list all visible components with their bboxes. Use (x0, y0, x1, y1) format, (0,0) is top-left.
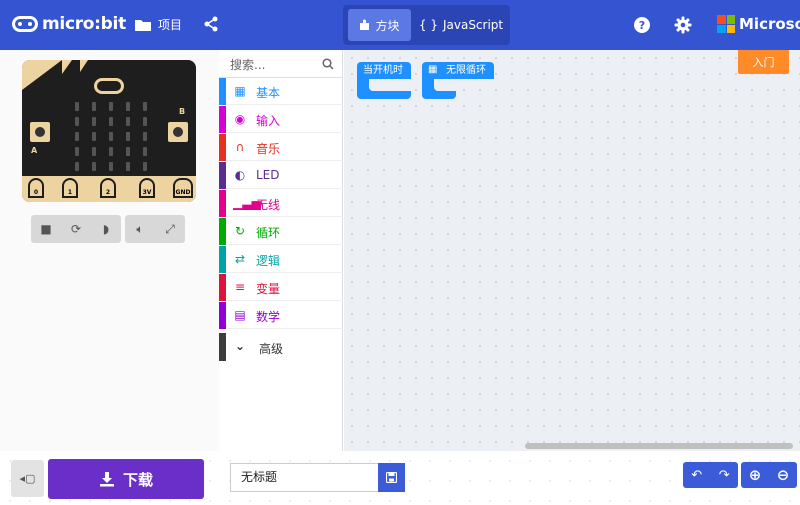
gear-icon[interactable] (674, 16, 692, 34)
category-radio[interactable]: ▁▃▅ 无线 (219, 190, 343, 217)
logo-touch-icon[interactable] (94, 78, 124, 94)
top-header: micro:bit 项目 方块 { } JavaScript ? Microso… (0, 0, 800, 50)
headphones-icon: ∩ (235, 140, 245, 154)
pin-3v[interactable]: 3V (139, 178, 155, 198)
target-icon: ◉ (234, 112, 246, 126)
blocks-workspace[interactable]: 当开机时 无限循环 ▦ (344, 50, 800, 451)
collapse-simulator-button[interactable]: ◂▢ (11, 460, 44, 497)
collapse-icon: ◂▢ (19, 472, 36, 485)
microsoft-label: Microsoft (739, 15, 800, 33)
workspace-scrollbar[interactable] (525, 443, 793, 449)
zoom-group: ⊕ ⊖ (741, 462, 797, 488)
projects-button[interactable]: 项目 (134, 16, 182, 33)
sound-icon[interactable]: 🔈︎ (132, 221, 148, 237)
share-icon (204, 16, 218, 32)
microsoft-logo[interactable]: Microsoft (717, 15, 800, 33)
pin-2[interactable]: 2 (100, 178, 116, 198)
projects-label: 项目 (158, 18, 183, 32)
category-label: 输入 (256, 114, 281, 128)
category-math[interactable]: ▤ 数学 (219, 302, 343, 329)
grid-icon: ▦ (234, 84, 246, 98)
on-start-block[interactable]: 当开机时 (357, 62, 411, 102)
toolbox: 搜索... ▦ 基本 ◉ 输入 ∩ 音乐 ◐ LED ▁▃▅ 无线 ↻ 循环 ⇄… (219, 50, 343, 451)
category-label: 变量 (256, 282, 281, 296)
braces-icon: { } (418, 18, 438, 32)
svg-text:?: ? (639, 19, 645, 32)
category-input[interactable]: ◉ 输入 (219, 106, 343, 133)
javascript-tab-label: JavaScript (442, 18, 504, 32)
blocks-tab[interactable]: 方块 (348, 9, 411, 41)
undo-redo-group: ↶ ↷ (683, 462, 738, 488)
simulator-controls: ■ ⟳ ◗ (31, 215, 121, 243)
forever-block[interactable]: 无限循环 ▦ (422, 62, 494, 102)
folder-icon (135, 19, 151, 31)
button-a-label: A (31, 146, 38, 155)
button-b[interactable] (168, 122, 188, 142)
pin-1[interactable]: 1 (62, 178, 78, 198)
signal-icon: ▁▃▅ (233, 196, 261, 210)
category-variables[interactable]: ≡ 变量 (219, 274, 343, 301)
on-start-label: 当开机时 (357, 62, 411, 79)
search-icon (322, 58, 334, 70)
category-basic[interactable]: ▦ 基本 (219, 78, 343, 105)
toggle-icon: ◐ (234, 168, 246, 182)
advanced-label: 高级 (259, 342, 284, 356)
category-label: 数学 (256, 310, 281, 324)
fullscreen-icon[interactable]: ⤢ (162, 221, 178, 237)
logo-text: micro:bit (42, 14, 126, 34)
refresh-icon: ↻ (234, 224, 246, 238)
help-icon[interactable]: ? (633, 16, 651, 34)
search-input[interactable]: 搜索... (230, 56, 265, 73)
category-led[interactable]: ◐ LED (219, 162, 343, 189)
slowmo-icon[interactable]: ◗ (98, 221, 114, 237)
category-advanced[interactable]: ⌄ 高级 (219, 333, 343, 361)
pin-gnd[interactable]: GND (173, 178, 193, 198)
blocks-tab-label: 方块 (375, 18, 400, 33)
microbit-logo-icon (12, 16, 38, 32)
category-label: 逻辑 (256, 254, 281, 268)
puzzle-icon (360, 19, 370, 30)
zoom-out-icon[interactable]: ⊖ (777, 466, 790, 484)
toolbox-search[interactable]: 搜索... (219, 50, 343, 78)
project-name-input[interactable]: 无标题 (230, 463, 378, 492)
javascript-tab[interactable]: { } JavaScript (415, 9, 507, 41)
undo-icon[interactable]: ↶ (691, 468, 702, 483)
calculator-icon: ▤ (234, 308, 246, 322)
category-loops[interactable]: ↻ 循环 (219, 218, 343, 245)
grid-icon: ▦ (428, 64, 438, 75)
simulator-controls-right: 🔈︎ ⤢ (125, 215, 185, 243)
share-button[interactable] (203, 16, 219, 32)
category-label: 无线 (256, 198, 281, 212)
save-button[interactable] (378, 463, 405, 492)
button-a[interactable] (30, 122, 50, 142)
button-b-label: B (179, 107, 186, 116)
zoom-in-icon[interactable]: ⊕ (749, 466, 762, 484)
download-label: 下载 (122, 470, 153, 489)
download-button[interactable]: 下载 (48, 459, 204, 499)
category-label: 循环 (256, 226, 281, 240)
category-label: 基本 (256, 86, 281, 100)
category-label: 音乐 (256, 142, 281, 156)
category-label: LED (256, 168, 280, 182)
microbit-board[interactable]: A B 0 1 2 3V GND (22, 60, 196, 202)
getting-started-button[interactable]: 入门 (738, 50, 789, 74)
list-icon: ≡ (234, 280, 246, 294)
redo-icon[interactable]: ↷ (719, 468, 730, 483)
save-icon (386, 472, 397, 483)
restart-icon[interactable]: ⟳ (68, 221, 84, 237)
microsoft-logo-icon (717, 15, 735, 33)
simulator-panel: A B 0 1 2 3V GND ■ ⟳ ◗ 🔈︎ ⤢ (0, 50, 219, 451)
download-icon (99, 472, 114, 487)
category-logic[interactable]: ⇄ 逻辑 (219, 246, 343, 273)
shuffle-icon: ⇄ (234, 252, 246, 266)
pin-0[interactable]: 0 (28, 178, 44, 198)
chevron-down-icon: ⌄ (235, 339, 246, 353)
stop-icon[interactable]: ■ (38, 221, 54, 237)
category-music[interactable]: ∩ 音乐 (219, 134, 343, 161)
editor-toggle: 方块 { } JavaScript (343, 5, 510, 45)
microbit-logo[interactable]: micro:bit (12, 14, 126, 34)
